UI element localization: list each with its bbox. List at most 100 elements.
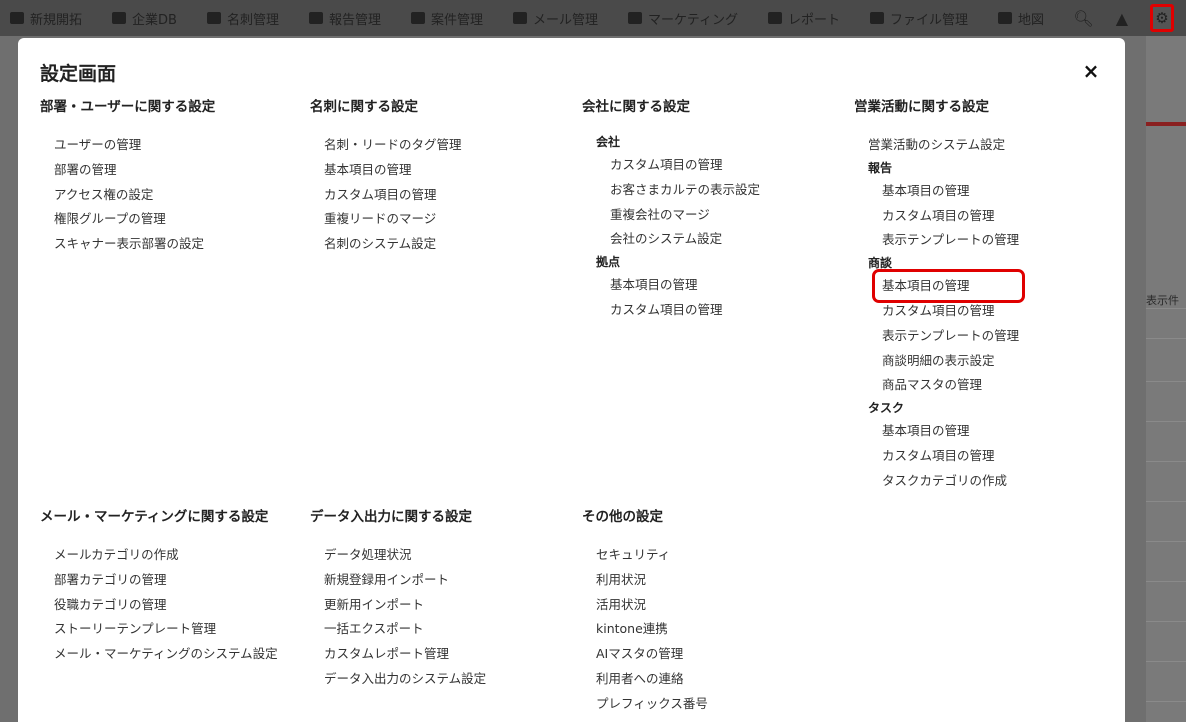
settings-link[interactable]: カスタム項目の管理 [582,298,842,323]
nav-icon [410,12,425,24]
settings-link[interactable]: 利用状況 [582,568,842,593]
settings-link[interactable]: 基本項目の管理 [854,419,1114,444]
settings-link[interactable]: 基本項目の管理 [582,273,842,298]
group-label: 報告 [868,160,893,175]
background-row [1146,581,1186,582]
settings-link[interactable]: お客さまカルテの表示設定 [582,178,842,203]
background-row [1146,501,1186,502]
section-data-io: データ入出力に関する設定 データ処理状況 新規登録用インポート 更新用インポート 一括… [310,507,570,692]
background-row [1146,661,1186,662]
settings-link[interactable]: アクセス権の設定 [40,183,300,208]
settings-link[interactable]: 商談明細の表示設定 [854,349,1114,374]
link-list: 営業活動のシステム設定報告基本項目の管理 カスタム項目の管理 表示テンプレートの管理… [854,133,1114,494]
settings-link[interactable]: 名刺・リードのタグ管理 [310,133,570,158]
settings-link[interactable]: 表示テンプレートの管理 [854,324,1114,349]
nav-item-report[interactable]: 報告管理 [308,9,381,28]
section-card: 名刺に関する設定 名刺・リードのタグ管理 基本項目の管理 カスタム項目の管理 重複リー… [310,97,570,257]
section-company: 会社に関する設定 会社カスタム項目の管理 お客さまカルテの表示設定 重複会社のマージ… [582,97,842,323]
background-row [1146,621,1186,622]
settings-link[interactable]: タスクカテゴリの作成 [854,469,1114,494]
settings-link[interactable]: 新規登録用インポート [310,568,570,593]
settings-link[interactable]: kintone連携 [582,617,842,642]
section-heading: 営業活動に関する設定 [854,99,989,115]
link-list: 名刺・リードのタグ管理 基本項目の管理 カスタム項目の管理 重複リードのマージ 名刺のシ… [310,133,570,257]
group-label: 拠点 [596,255,621,270]
search-icon[interactable]: 🔍︎ [1073,9,1093,28]
section-heading: 会社に関する設定 [582,99,690,115]
settings-link[interactable]: カスタムレポート管理 [310,642,570,667]
background-row [1146,381,1186,382]
nav-icon [628,12,643,24]
nav-item-mail[interactable]: メール管理 [513,9,598,28]
section-heading: データ入出力に関する設定 [310,509,472,525]
settings-link[interactable]: メール・マーケティングのシステム設定 [40,642,300,667]
nav-item-card[interactable]: 名刺管理 [206,9,279,28]
settings-link[interactable]: セキュリティ [582,543,842,568]
settings-link[interactable]: ストーリーテンプレート管理 [40,617,300,642]
settings-link[interactable]: カスタム項目の管理 [854,444,1114,469]
settings-link[interactable]: ユーザーの管理 [40,133,300,158]
nav-icon [112,12,127,24]
nav-icon [767,12,782,24]
nav-icon [206,12,221,24]
group-label: 会社 [596,135,621,149]
section-mail: メール・マーケティングに関する設定 メールカテゴリの作成 部署カテゴリの管理 役職カ… [40,507,300,667]
background-row [1146,308,1186,309]
nav-icon [998,12,1013,24]
settings-link[interactable]: 基本項目の管理 [854,179,1114,204]
settings-link[interactable]: 権限グループの管理 [40,207,300,232]
nav-item-files[interactable]: ファイル管理 [870,9,968,28]
settings-link[interactable]: カスタム項目の管理 [310,183,570,208]
nav-icon [308,12,323,24]
nav-item-new[interactable]: 新規開拓 [10,9,82,28]
settings-link[interactable]: プレフィックス番号 [582,692,842,717]
settings-link[interactable]: 基本項目の管理 [854,274,1114,299]
close-icon[interactable]: × [1081,61,1101,81]
group-label: 商談 [868,256,893,271]
settings-link[interactable]: AIマスタの管理 [582,642,842,667]
settings-link[interactable]: カスタム項目の管理 [854,299,1114,324]
settings-link[interactable]: データ入出力のシステム設定 [310,667,570,692]
settings-link[interactable]: カスタム項目の管理 [582,153,842,178]
settings-link[interactable]: 会社のシステム設定 [582,227,842,252]
settings-link[interactable]: 更新用インポート [310,593,570,618]
background-row [1146,338,1186,339]
section-dept-user: 部署・ユーザーに関する設定 ユーザーの管理 部署の管理 アクセス権の設定 権限グループ… [40,97,300,257]
settings-modal: 設定画面 × 部署・ユーザーに関する設定 ユーザーの管理 部署の管理 アクセス権の設… [18,38,1125,722]
settings-link[interactable]: 重複会社のマージ [582,203,842,228]
settings-link[interactable]: 表示テンプレートの管理 [854,228,1114,253]
nav-item-company-db[interactable]: 企業DB [112,9,177,28]
section-heading: 部署・ユーザーに関する設定 [40,99,216,115]
link-list: メールカテゴリの作成 部署カテゴリの管理 役職カテゴリの管理 ストーリーテンプレート管… [40,543,300,667]
header-icons: 🔍︎ ▲ ⚙ [1073,0,1174,36]
section-other: その他の設定 セキュリティ 利用状況 活用状況 kintone連携 AIマスタの管理 利用… [582,507,842,717]
background-row [1146,461,1186,462]
nav-item-marketing[interactable]: マーケティング [628,9,738,28]
settings-link[interactable]: 商品マスタの管理 [854,373,1114,398]
section-sales: 営業活動に関する設定 営業活動のシステム設定報告基本項目の管理 カスタム項目の管理… [854,97,1114,494]
link-list: ユーザーの管理 部署の管理 アクセス権の設定 権限グループの管理 スキャナー表示部署の設… [40,133,300,257]
settings-link[interactable]: 名刺のシステム設定 [310,232,570,257]
nav-item-deal[interactable]: 案件管理 [410,9,483,28]
settings-link[interactable]: スキャナー表示部署の設定 [40,232,300,257]
settings-link[interactable]: 利用者への連絡 [582,667,842,692]
bell-icon[interactable]: ▲ [1116,9,1128,28]
settings-link[interactable]: 役職カテゴリの管理 [40,593,300,618]
settings-link[interactable]: 部署カテゴリの管理 [40,568,300,593]
nav-item-map[interactable]: 地図 [998,9,1044,28]
background-page: 表示件 [1146,36,1186,722]
settings-link[interactable]: 一括エクスポート [310,617,570,642]
settings-link[interactable]: データ処理状況 [310,543,570,568]
settings-link[interactable]: 活用状況 [582,593,842,618]
settings-link[interactable]: 部署の管理 [40,158,300,183]
gear-icon[interactable]: ⚙ [1150,4,1174,32]
settings-link[interactable]: メールカテゴリの作成 [40,543,300,568]
settings-link[interactable]: 営業活動のシステム設定 [854,133,1114,158]
settings-link[interactable]: カスタム項目の管理 [854,204,1114,229]
settings-link[interactable]: 基本項目の管理 [310,158,570,183]
settings-link[interactable]: 重複リードのマージ [310,207,570,232]
nav-item-report-analytics[interactable]: レポート [767,9,840,28]
background-row [1146,421,1186,422]
nav-icon [513,12,527,24]
link-list: データ処理状況 新規登録用インポート 更新用インポート 一括エクスポート カスタムレポー… [310,543,570,692]
